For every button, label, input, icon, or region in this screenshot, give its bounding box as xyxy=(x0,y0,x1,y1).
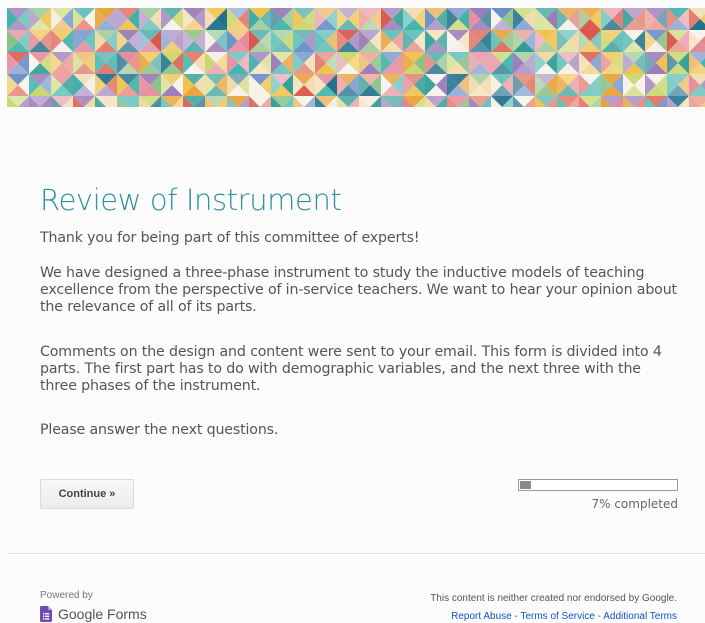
additional-terms-link[interactable]: Additional Terms xyxy=(603,611,677,622)
form-description-line: Thank you for being part of this committ… xyxy=(40,230,420,246)
google-forms-icon xyxy=(40,606,52,622)
progress-label: 7% completed xyxy=(591,497,678,511)
report-abuse-link[interactable]: Report Abuse xyxy=(451,611,512,622)
form-description-paragraph: We have designed a three-phase instrumen… xyxy=(40,265,677,315)
footer-links: Report Abuse - Terms of Service - Additi… xyxy=(451,611,677,622)
form-description-paragraph: Comments on the design and content were … xyxy=(40,344,662,394)
continue-button[interactable]: Continue » xyxy=(40,479,134,509)
form-page: Review of Instrument Thank you for being… xyxy=(0,0,705,623)
mosaic-pattern xyxy=(7,8,705,107)
footer-divider xyxy=(7,553,705,554)
header-banner-image xyxy=(7,8,705,107)
form-description-line: Please answer the next questions. xyxy=(40,422,279,438)
disclaimer-text: This content is neither created nor endo… xyxy=(430,593,677,604)
form-title: Review of Instrument xyxy=(40,183,342,217)
google-forms-logo[interactable]: Google Forms xyxy=(40,605,147,623)
progress-bar-fill xyxy=(520,481,531,489)
powered-by-label: Powered by xyxy=(40,590,93,601)
progress-bar xyxy=(518,479,678,491)
google-forms-wordmark: Google Forms xyxy=(58,606,147,622)
link-separator: - xyxy=(594,611,604,622)
terms-of-service-link[interactable]: Terms of Service xyxy=(520,611,594,622)
